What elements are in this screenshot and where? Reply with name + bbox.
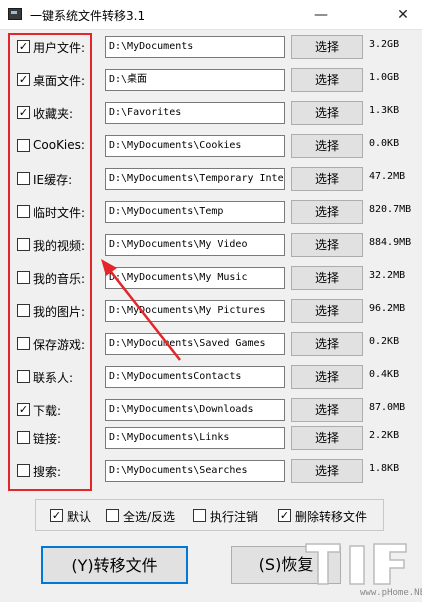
folder-size: 1.8KB	[369, 463, 400, 474]
option-delete-moved-checkbox[interactable]: ✓	[278, 509, 291, 522]
folder-path-field[interactable]: D:\MyDocuments\Downloads	[105, 399, 285, 421]
folder-size: 1.3KB	[369, 105, 400, 116]
folder-size: 47.2MB	[369, 171, 406, 182]
select-folder-button[interactable]: 选择	[291, 398, 363, 422]
app-icon	[8, 8, 22, 20]
folder-path-field[interactable]: D:\MyDocuments\Searches	[105, 460, 285, 482]
option-logoff-checkbox[interactable]	[193, 509, 206, 522]
folder-path-field[interactable]: D:\MyDocuments\My Music	[105, 267, 285, 289]
option-logoff-label: 执行注销	[210, 510, 259, 524]
watermark-logo	[305, 543, 407, 585]
select-folder-button[interactable]: 选择	[291, 299, 363, 323]
select-folder-button[interactable]: 选择	[291, 332, 363, 356]
folder-path-field[interactable]: D:\MyDocuments\Saved Games	[105, 333, 285, 355]
folder-path-field[interactable]: D:\MyDocuments\Links	[105, 427, 285, 449]
close-button[interactable]: ✕	[384, 0, 422, 30]
folder-size: 0.2KB	[369, 336, 400, 347]
folder-path-field[interactable]: D:\桌面	[105, 69, 285, 91]
select-folder-button[interactable]: 选择	[291, 134, 363, 158]
select-folder-button[interactable]: 选择	[291, 426, 363, 450]
folder-size: 820.7MB	[369, 204, 412, 215]
select-folder-button[interactable]: 选择	[291, 233, 363, 257]
watermark-url: www.pHome.NET	[360, 588, 422, 598]
select-folder-button[interactable]: 选择	[291, 459, 363, 483]
folder-size: 32.2MB	[369, 270, 406, 281]
folder-size: 96.2MB	[369, 303, 406, 314]
folder-size: 3.2GB	[369, 39, 400, 50]
minimize-button[interactable]: —	[302, 0, 340, 30]
highlight-annotation-box	[8, 33, 92, 491]
folder-path-field[interactable]: D:\MyDocuments\Temporary Inte	[105, 168, 285, 190]
folder-size: 1.0GB	[369, 72, 400, 83]
folder-size: 87.0MB	[369, 402, 406, 413]
select-folder-button[interactable]: 选择	[291, 266, 363, 290]
folder-size: 2.2KB	[369, 430, 400, 441]
folder-path-field[interactable]: D:\MyDocuments\Temp	[105, 201, 285, 223]
option-delete-moved-label: 删除转移文件	[295, 510, 368, 524]
folder-size: 0.4KB	[369, 369, 400, 380]
select-folder-button[interactable]: 选择	[291, 68, 363, 92]
select-folder-button[interactable]: 选择	[291, 200, 363, 224]
select-folder-button[interactable]: 选择	[291, 365, 363, 389]
option-select-all-checkbox[interactable]	[106, 509, 119, 522]
select-folder-button[interactable]: 选择	[291, 35, 363, 59]
folder-path-field[interactable]: D:\MyDocuments\My Pictures	[105, 300, 285, 322]
folder-size: 0.0KB	[369, 138, 400, 149]
window-title: 一键系统文件转移3.1	[30, 9, 146, 23]
folder-path-field[interactable]: D:\MyDocumentsContacts	[105, 366, 285, 388]
site-watermark: www.pHome.NET	[300, 538, 422, 602]
folder-path-field[interactable]: D:\MyDocuments\Cookies	[105, 135, 285, 157]
folder-path-field[interactable]: D:\MyDocuments	[105, 36, 285, 58]
folder-path-field[interactable]: D:\Favorites	[105, 102, 285, 124]
option-select-all-label: 全选/反选	[123, 510, 176, 524]
option-default-label: 默认	[67, 510, 92, 524]
folder-path-field[interactable]: D:\MyDocuments\My Video	[105, 234, 285, 256]
options-group: ✓ 默认 全选/反选 执行注销 ✓ 删除转移文件	[35, 499, 384, 531]
transfer-files-button[interactable]: (Y)转移文件	[41, 546, 188, 584]
select-folder-button[interactable]: 选择	[291, 101, 363, 125]
option-default-checkbox[interactable]: ✓	[50, 509, 63, 522]
select-folder-button[interactable]: 选择	[291, 167, 363, 191]
title-bar: 一键系统文件转移3.1 — ✕	[0, 0, 422, 30]
folder-size: 884.9MB	[369, 237, 412, 248]
